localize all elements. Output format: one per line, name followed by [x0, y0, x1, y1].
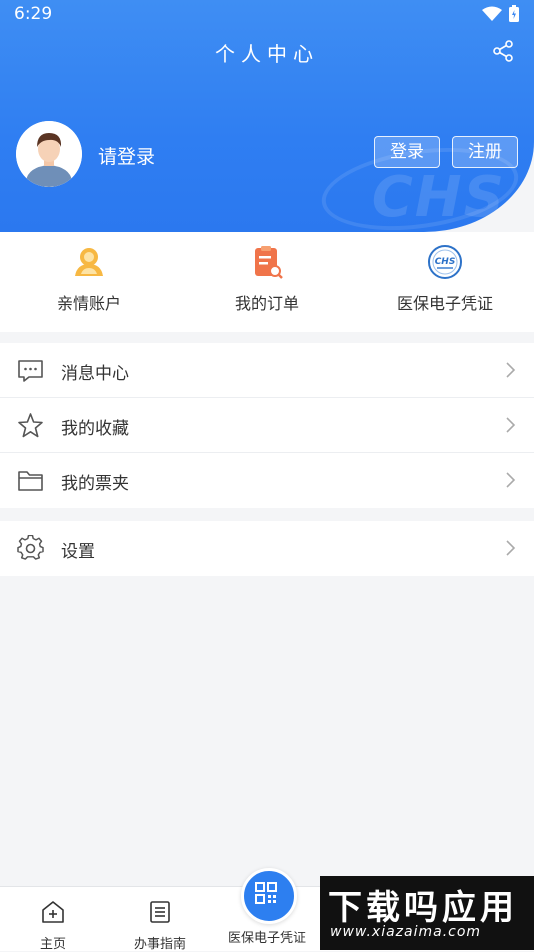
menu-item-messages[interactable]: 消息中心 [0, 343, 534, 398]
menu-item-label: 消息中心 [61, 364, 129, 384]
family-account-icon [75, 248, 103, 276]
chevron-right-icon [506, 472, 516, 488]
chevron-right-icon [506, 540, 516, 556]
quick-item-orders[interactable]: 我的订单 [178, 232, 356, 332]
menu-item-settings[interactable]: 设置 [0, 521, 534, 576]
register-button[interactable]: 注册 [452, 136, 518, 168]
quick-item-family-account[interactable]: 亲情账户 [0, 232, 178, 332]
quick-item-label: 我的订单 [234, 294, 299, 313]
menu-item-label: 设置 [61, 542, 95, 562]
chevron-right-icon [506, 417, 516, 433]
wifi-icon [482, 6, 502, 21]
avatar[interactable] [16, 121, 82, 187]
home-icon [42, 901, 64, 923]
tab-home[interactable]: 主页 [0, 887, 106, 952]
chs-badge-icon: CHS [428, 245, 462, 279]
menu-group-settings: 设置 [0, 521, 534, 576]
login-prompt[interactable]: 请登录 [98, 142, 155, 169]
status-icons [482, 5, 520, 23]
status-time: 6:29 [14, 4, 53, 24]
quick-item-label: 医保电子凭证 [396, 294, 493, 313]
tab-ehealth-card-button[interactable] [241, 868, 297, 924]
corner-watermark-banner: 下载吗应用 www.xiazaima.com [320, 876, 534, 950]
login-button[interactable]: 登录 [374, 136, 440, 168]
status-bar: 6:29 [0, 0, 534, 28]
share-icon[interactable] [492, 40, 514, 62]
gear-icon [17, 535, 44, 560]
menu-group-main: 消息中心 我的收藏 我的票夹 [0, 343, 534, 508]
svg-text:CHS: CHS [435, 257, 456, 267]
header-watermark-logo: CHS [371, 165, 506, 230]
tab-guide[interactable]: 办事指南 [107, 887, 213, 952]
tab-ehealth-card-label[interactable]: 医保电子凭证 [214, 927, 320, 946]
tab-label: 主页 [39, 937, 66, 952]
default-avatar-icon [16, 121, 82, 187]
profile-header: CHS 6:29 个人中心 请登录 登录 注册 [0, 0, 534, 232]
order-icon [255, 246, 283, 279]
menu-item-label: 我的收藏 [61, 419, 129, 439]
page-title: 个人中心 [215, 42, 319, 66]
star-icon [18, 413, 43, 438]
quick-actions: 亲情账户 我的订单 CHS 医保电子凭证 [0, 232, 534, 332]
tab-label: 办事指南 [133, 937, 186, 952]
battery-icon [509, 5, 519, 22]
message-icon [18, 360, 43, 382]
menu-item-label: 我的票夹 [61, 474, 129, 494]
quick-item-label: 亲情账户 [56, 294, 121, 313]
document-list-icon [150, 901, 170, 923]
quick-item-ehealth-card[interactable]: CHS 医保电子凭证 [356, 232, 534, 332]
watermark-title: 下载吗应用 [328, 888, 518, 928]
menu-item-ticket-folder[interactable]: 我的票夹 [0, 453, 534, 508]
folder-icon [18, 471, 43, 491]
watermark-url: www.xiazaima.com [330, 924, 482, 940]
menu-item-favorites[interactable]: 我的收藏 [0, 398, 534, 453]
chevron-right-icon [506, 362, 516, 378]
qr-code-icon [255, 882, 277, 904]
